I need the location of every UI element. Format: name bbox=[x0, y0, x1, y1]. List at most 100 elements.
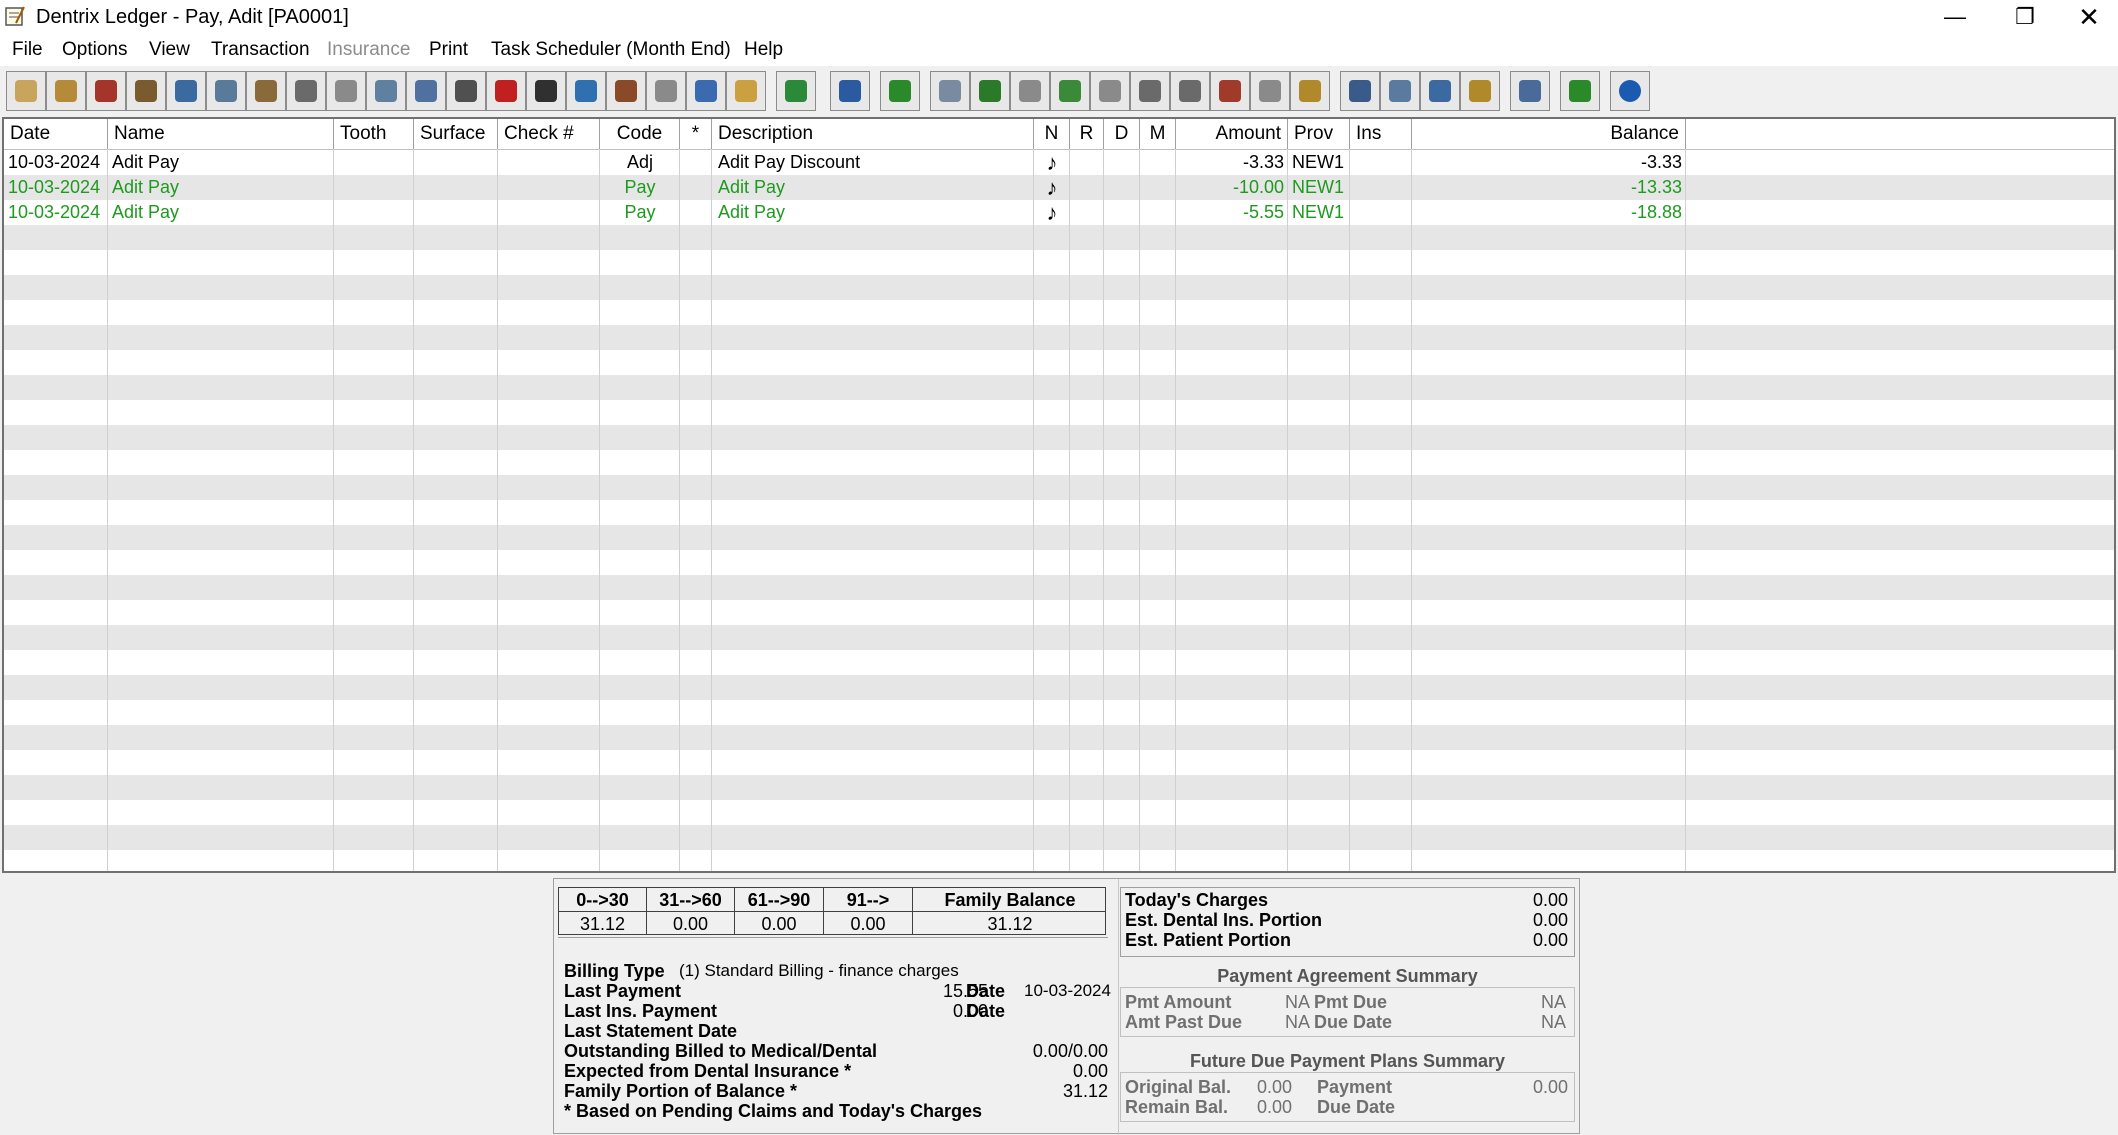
remain-bal-value: 0.00 bbox=[1257, 1097, 1293, 1117]
plant-button[interactable] bbox=[776, 71, 816, 111]
door-button[interactable] bbox=[1460, 71, 1500, 111]
pen-icon bbox=[255, 80, 277, 102]
eob-button[interactable] bbox=[726, 71, 766, 111]
column-header-surface[interactable]: Surface bbox=[414, 119, 498, 149]
column-header-n[interactable]: N bbox=[1034, 119, 1070, 149]
column-header-code[interactable]: Code bbox=[600, 119, 680, 149]
est-dental-ins-value: 0.00 bbox=[1532, 910, 1568, 930]
person-button[interactable] bbox=[830, 71, 870, 111]
cell-name: Adit Pay bbox=[112, 152, 180, 172]
pmt-amount-value: NA bbox=[1285, 992, 1311, 1012]
aging-header-0-30: 0-->30 bbox=[576, 890, 629, 910]
grid-row-band bbox=[4, 750, 2114, 775]
menu-bar: File Options View Transaction Insurance … bbox=[0, 34, 2118, 66]
ledger-grid[interactable]: Date Name Tooth Surface Check # Code * Descript… bbox=[2, 117, 2116, 873]
menu-file[interactable]: File bbox=[12, 38, 43, 62]
menu-task-scheduler[interactable]: Task Scheduler (Month End) bbox=[491, 38, 731, 62]
chair-button[interactable] bbox=[126, 71, 166, 111]
grid-row-band bbox=[4, 625, 2114, 650]
grid-row-band bbox=[4, 475, 2114, 500]
mail-button[interactable] bbox=[1380, 71, 1420, 111]
clock-button[interactable] bbox=[366, 71, 406, 111]
ins-batch-button[interactable] bbox=[1170, 71, 1210, 111]
calculator-button[interactable] bbox=[1250, 71, 1290, 111]
column-header-r[interactable]: R bbox=[1070, 119, 1104, 149]
book-button[interactable] bbox=[86, 71, 126, 111]
eraser-button[interactable] bbox=[286, 71, 326, 111]
medical-cross-button[interactable] bbox=[486, 71, 526, 111]
column-header-star[interactable]: * bbox=[680, 119, 712, 149]
column-header-d[interactable]: D bbox=[1104, 119, 1140, 149]
note-button[interactable] bbox=[326, 71, 366, 111]
column-header-amount[interactable]: Amount bbox=[1176, 119, 1288, 149]
family-button[interactable] bbox=[1420, 71, 1460, 111]
dollar-button[interactable] bbox=[970, 71, 1010, 111]
patient-card-button[interactable] bbox=[166, 71, 206, 111]
list-button[interactable] bbox=[446, 71, 486, 111]
minimize-icon: — bbox=[1944, 4, 1966, 29]
handshake-button[interactable] bbox=[930, 71, 970, 111]
family-portion-value: 31.12 bbox=[1062, 1081, 1108, 1101]
column-header-tooth[interactable]: Tooth bbox=[334, 119, 414, 149]
aging-table: 0-->30 31-->60 61-->90 91--> Family Bala… bbox=[558, 887, 1106, 935]
menu-options[interactable]: Options bbox=[62, 38, 127, 62]
rx-button[interactable] bbox=[526, 71, 566, 111]
menu-help[interactable]: Help bbox=[744, 38, 783, 62]
wallet-button[interactable] bbox=[606, 71, 646, 111]
tx-button[interactable] bbox=[1210, 71, 1250, 111]
restore-button[interactable]: ❐ bbox=[1990, 0, 2060, 34]
walk-button[interactable] bbox=[1340, 71, 1380, 111]
ins-claim-icon bbox=[1139, 80, 1161, 102]
at-button[interactable] bbox=[406, 71, 446, 111]
grid-row-band bbox=[4, 225, 2114, 250]
aging-value-family-balance: 31.12 bbox=[987, 914, 1033, 934]
map-button[interactable] bbox=[206, 71, 246, 111]
lab-button[interactable] bbox=[646, 71, 686, 111]
note-icon: ♪ bbox=[1046, 200, 1058, 225]
ins-claim-button[interactable] bbox=[1130, 71, 1170, 111]
close-button[interactable]: ✕ bbox=[2060, 0, 2118, 34]
minimize-button[interactable]: — bbox=[1920, 0, 1990, 34]
credit-card-button[interactable] bbox=[566, 71, 606, 111]
billing-type-label: Billing Type bbox=[564, 961, 665, 981]
g-button[interactable] bbox=[1010, 71, 1050, 111]
column-header-ins[interactable]: Ins bbox=[1350, 119, 1412, 149]
menu-view[interactable]: View bbox=[149, 38, 190, 62]
medical-cross-icon bbox=[495, 80, 517, 102]
tooth-button[interactable] bbox=[6, 71, 46, 111]
note-icon: ♪ bbox=[1046, 150, 1058, 175]
aging-value-91-plus: 0.00 bbox=[850, 914, 886, 934]
tooth-plan-button[interactable] bbox=[1090, 71, 1130, 111]
transfer-button[interactable] bbox=[1050, 71, 1090, 111]
column-header-balance[interactable]: Balance bbox=[1412, 119, 1686, 149]
column-header-date[interactable]: Date bbox=[4, 119, 108, 149]
ledger-row[interactable]: 10-03-2024 Adit Pay Adj Adit Pay Discount ♪ -… bbox=[4, 150, 2114, 175]
box-button[interactable] bbox=[686, 71, 726, 111]
clock-icon bbox=[375, 80, 397, 102]
menu-transaction[interactable]: Transaction bbox=[211, 38, 310, 62]
ins-batch-icon bbox=[1179, 80, 1201, 102]
doctor-button[interactable] bbox=[1510, 71, 1550, 111]
column-header-description[interactable]: Description bbox=[712, 119, 1034, 149]
column-divider bbox=[679, 149, 680, 871]
menu-print[interactable]: Print bbox=[429, 38, 468, 62]
cell-code: Pay bbox=[624, 177, 656, 197]
pen-button[interactable] bbox=[246, 71, 286, 111]
refresh-button[interactable] bbox=[880, 71, 920, 111]
grid-row-band bbox=[4, 400, 2114, 425]
last-ins-payment-label: Last Ins. Payment bbox=[564, 1001, 718, 1021]
ledger-row[interactable]: 10-03-2024 Adit Pay Pay Adit Pay ♪ -5.55 NEW1 -… bbox=[4, 200, 2114, 225]
save-button[interactable] bbox=[1290, 71, 1330, 111]
column-divider bbox=[599, 149, 600, 871]
menu-insurance[interactable]: Insurance bbox=[327, 38, 410, 62]
user-add-button[interactable] bbox=[1560, 71, 1600, 111]
column-header-prov[interactable]: Prov bbox=[1288, 119, 1350, 149]
column-header-check[interactable]: Check # bbox=[498, 119, 600, 149]
column-divider bbox=[1069, 149, 1070, 871]
column-header-name[interactable]: Name bbox=[108, 119, 334, 149]
column-header-m[interactable]: M bbox=[1140, 119, 1176, 149]
info-button[interactable] bbox=[1610, 71, 1650, 111]
grid-row-band bbox=[4, 425, 2114, 450]
ledger-row[interactable]: 10-03-2024 Adit Pay Pay Adit Pay ♪ -10.00 NEW1… bbox=[4, 175, 2114, 200]
folder-button[interactable] bbox=[46, 71, 86, 111]
